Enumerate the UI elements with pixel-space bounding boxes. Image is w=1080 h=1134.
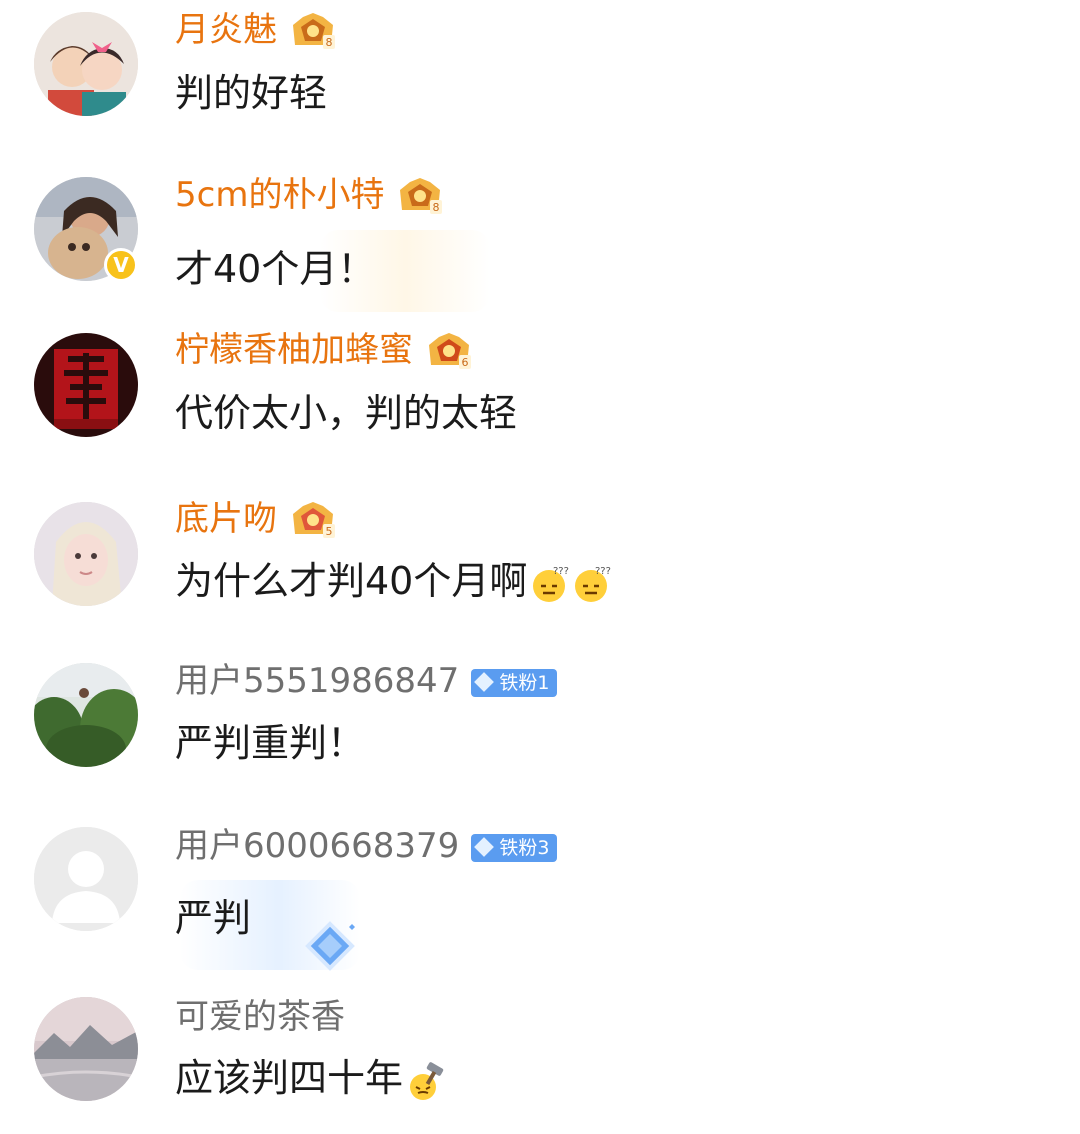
crown-level-badge-icon: 8	[400, 177, 443, 214]
username-text[interactable]: 5cm的朴小特	[175, 175, 384, 215]
badge-text: 铁粉3	[499, 836, 550, 859]
user-avatar[interactable]	[34, 663, 138, 767]
user-avatar[interactable]	[34, 333, 138, 437]
diamond-icon	[474, 671, 495, 692]
confused-emoji-icon: ???	[575, 566, 611, 602]
judge-gavel-emoji-icon	[410, 1061, 444, 1100]
username[interactable]: 用户6000668379 铁粉3	[175, 826, 558, 866]
comment-text: 为什么才判40个月啊??????	[175, 558, 611, 604]
username-text[interactable]: 用户5551986847	[175, 661, 459, 701]
comment-text: 应该判四十年	[175, 1055, 445, 1101]
comment-text: 严判	[175, 896, 252, 940]
username[interactable]: 底片吻 5	[175, 499, 339, 542]
user-avatar[interactable]	[34, 997, 138, 1101]
comment-text-content: 为什么才判40个月啊	[175, 559, 528, 603]
badge-level: 8	[433, 201, 440, 214]
badge-level: 8	[326, 36, 333, 49]
couple-cartoon-avatar-icon	[34, 12, 138, 116]
username[interactable]: 可爱的茶香	[175, 997, 345, 1037]
username[interactable]: 月炎魅 8	[175, 10, 339, 53]
crown-level-badge-icon: 5	[293, 501, 335, 538]
svg-text:???: ???	[553, 566, 569, 577]
username-text[interactable]: 底片吻	[175, 499, 277, 539]
user-avatar[interactable]	[34, 827, 138, 931]
username-text[interactable]: 柠檬香柚加蜂蜜	[175, 330, 413, 370]
verified-badge: V	[104, 248, 138, 282]
crown-level-badge-icon: 6	[429, 332, 471, 369]
badge-level: 5	[326, 525, 333, 538]
username[interactable]: 柠檬香柚加蜂蜜 6	[175, 330, 475, 373]
username-text[interactable]: 用户6000668379	[175, 826, 459, 866]
username[interactable]: 用户5551986847 铁粉1	[175, 661, 558, 701]
iron-fan-badge: 铁粉1	[471, 668, 558, 697]
garden-person-avatar-icon	[34, 663, 138, 767]
confused-emoji-icon: ???	[533, 566, 569, 602]
comment-text: 代价太小，判的太轻	[175, 391, 518, 435]
diamond-decoration-icon	[305, 921, 355, 971]
mountain-lake-avatar-icon	[34, 997, 138, 1101]
comment-text-content: 应该判四十年	[175, 1056, 404, 1100]
diamond-icon	[474, 836, 495, 857]
comment-text: 判的好轻	[175, 71, 328, 115]
badge-text: 铁粉1	[499, 671, 550, 694]
red-calligraphy-avatar-icon	[34, 333, 138, 437]
badge-level: 6	[462, 356, 469, 369]
crown-level-badge-icon: 8	[293, 12, 335, 49]
blonde-girl-avatar-icon	[34, 502, 138, 606]
svg-text:???: ???	[595, 566, 611, 577]
iron-fan-badge: 铁粉3	[471, 833, 558, 862]
user-avatar[interactable]	[34, 502, 138, 606]
comment-text: 严判重判！	[175, 721, 366, 765]
username[interactable]: 5cm的朴小特 8	[175, 175, 446, 218]
default-user-avatar-icon	[34, 827, 138, 931]
username-text[interactable]: 月炎魅	[175, 10, 277, 50]
user-avatar[interactable]	[34, 12, 138, 116]
comment-text: 才40个月！	[175, 247, 376, 291]
